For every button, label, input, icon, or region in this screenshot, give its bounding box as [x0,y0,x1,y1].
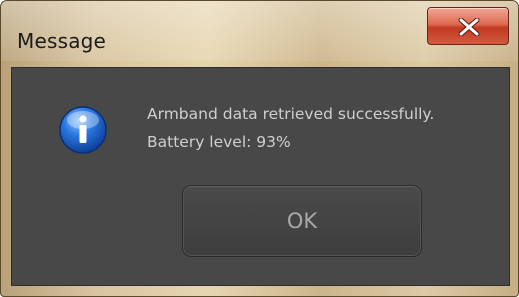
dialog-body: Armband data retrieved successfully. Bat… [11,67,510,286]
close-icon [458,18,480,36]
ok-button[interactable]: OK [182,185,422,257]
close-button[interactable] [427,7,509,45]
message-text: Armband data retrieved successfully. Bat… [147,100,434,156]
message-line-2: Battery level: 93% [147,133,291,151]
dialog-title: Message [17,29,107,53]
message-dialog: Message Armband data retrieved successfu… [0,0,519,297]
info-icon [59,106,107,154]
message-line-1: Armband data retrieved successfully. [147,105,435,123]
